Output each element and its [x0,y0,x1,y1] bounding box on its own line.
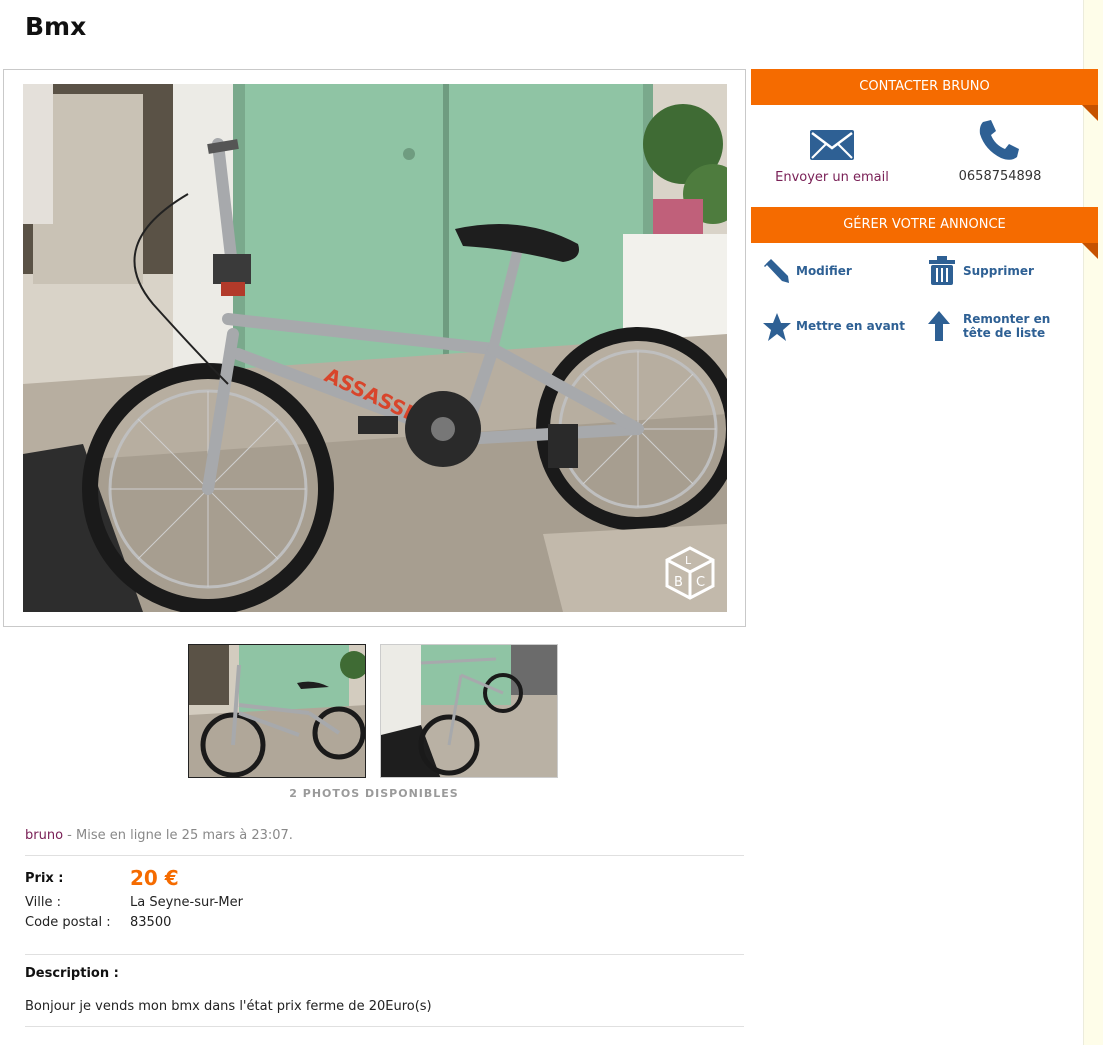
send-email-link[interactable]: Envoyer un email [762,170,902,185]
main-photo-frame: ASSASSIN L B C [3,69,746,627]
listing-title: Bmx [25,12,87,41]
email-icon[interactable] [809,129,855,161]
city-label: Ville : [25,895,61,910]
price-label: Prix : [25,871,64,886]
svg-text:L: L [685,554,692,567]
description-label: Description : [25,966,119,981]
edit-listing-link[interactable]: Modifier [796,264,852,278]
thumbnail-2[interactable] [380,644,558,778]
feature-listing-link[interactable]: Mettre en avant [796,319,905,333]
divider [25,1026,744,1027]
star-icon[interactable] [762,312,792,342]
posted-info: bruno - Mise en ligne le 25 mars à 23:07… [25,828,293,843]
city-value: La Seyne-sur-Mer [130,895,243,910]
phone-number[interactable]: 0658754898 [930,169,1070,184]
delete-listing-link[interactable]: Supprimer [963,264,1034,278]
band-fold [1082,105,1098,121]
photos-count-label: 2 PHOTOS DISPONIBLES [289,787,459,800]
zip-value: 83500 [130,915,172,930]
manage-header: GÉRER VOTRE ANNONCE [751,207,1098,243]
arrow-up-icon[interactable] [928,311,950,341]
divider [25,954,744,955]
bump-label-line-2: tête de liste [963,326,1046,340]
divider [25,855,744,856]
price-value: 20 € [130,866,179,890]
band-fold [1082,243,1098,259]
pencil-icon[interactable] [762,256,790,284]
thumbnail-1[interactable] [188,644,366,778]
contact-header: CONTACTER BRUNO [751,69,1098,105]
trash-icon[interactable] [928,256,956,286]
description-text: Bonjour je vends mon bmx dans l'état pri… [25,999,432,1014]
phone-icon[interactable] [977,118,1021,162]
zip-label: Code postal : [25,915,111,930]
main-photo[interactable]: ASSASSIN L B C [23,84,727,612]
bump-listing-link[interactable]: Remonter en tête de liste [963,312,1050,340]
watermark-cube-icon: L B C [665,546,715,600]
seller-link[interactable]: bruno [25,828,63,843]
svg-text:C: C [696,575,705,590]
page-margin-strip [1083,0,1103,1045]
bump-label-line-1: Remonter en [963,312,1051,326]
svg-text:B: B [674,575,683,590]
posted-date: - Mise en ligne le 25 mars à 23:07. [63,828,293,843]
